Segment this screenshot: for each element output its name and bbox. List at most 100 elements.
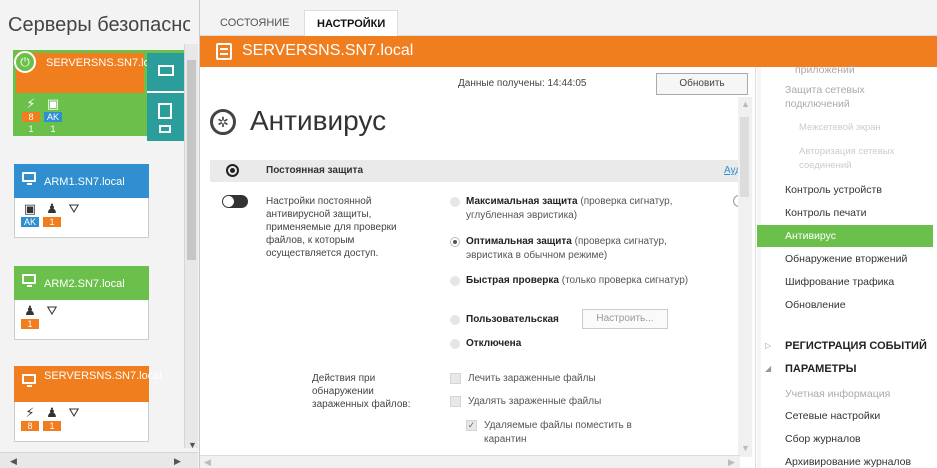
server-name: ARM1.SN7.local bbox=[44, 176, 125, 188]
nav-item-antivirus[interactable]: Антивирус bbox=[757, 225, 933, 247]
nav-item-log-archiving[interactable]: Архивирование журналов bbox=[757, 455, 933, 468]
option-title: Отключена bbox=[466, 338, 522, 349]
update-bar: Данные получены: 14:44:05 Обновить bbox=[200, 67, 756, 97]
scroll-left-arrow-icon[interactable]: ◀ bbox=[10, 456, 17, 467]
server-card-header[interactable]: ARM1.SN7.local bbox=[14, 164, 149, 198]
checkbox-quarantine[interactable]: ✓ Удаляемые файлы поместить в карантин bbox=[466, 419, 666, 447]
nav-section-label: РЕГИСТРАЦИЯ СОБЫТИЙ bbox=[785, 340, 927, 352]
count-value: 1 bbox=[28, 124, 34, 134]
nav-item-network-auth[interactable]: Авторизация сетевых соединений bbox=[757, 145, 917, 173]
nav-item[interactable]: приложений bbox=[757, 63, 933, 77]
server-card[interactable]: SERVERSNS.SN7.local ⚡ ♟ ⛛ 81 bbox=[14, 366, 162, 442]
settings-nav: приложений Защита сетевых подключений Ме… bbox=[757, 64, 937, 468]
server-card-body: ⚡ ♟ ⛛ 81 bbox=[14, 402, 149, 442]
nav-section-events[interactable]: ▷ РЕГИСТРАЦИЯ СОБЫТИЙ bbox=[757, 339, 933, 353]
option-title: Оптимальная защита bbox=[466, 236, 572, 247]
radio-button[interactable] bbox=[450, 339, 460, 349]
refresh-button[interactable]: Обновить bbox=[656, 73, 748, 95]
count-badge: 1 bbox=[43, 421, 61, 431]
horizontal-scrollbar[interactable]: ◀ ▶ bbox=[0, 452, 198, 468]
checkbox-label: Удалять зараженные файлы bbox=[468, 396, 602, 407]
nav-item-traffic-encryption[interactable]: Шифрование трафика bbox=[757, 275, 933, 289]
scrollbar-thumb[interactable] bbox=[187, 60, 196, 260]
radio-button[interactable] bbox=[450, 197, 460, 207]
server-name: ARM2.SN7.local bbox=[44, 278, 125, 290]
checkbox-label: Лечить зараженные файлы bbox=[468, 373, 596, 384]
radio-button[interactable] bbox=[450, 276, 460, 286]
data-received-label: Данные получены: 14:44:05 bbox=[458, 78, 587, 89]
nav-item-device-control[interactable]: Контроль устройств bbox=[757, 183, 933, 197]
nav-item-network-settings[interactable]: Сетевые настройки bbox=[757, 409, 933, 423]
user-icon: ♟ bbox=[46, 201, 58, 216]
server-card[interactable]: ⏻ SERVERSNS.SN7.local ⚡ ▣ 8 AK 1 1 bbox=[13, 50, 185, 141]
nav-item-log-collection[interactable]: Сбор журналов bbox=[757, 432, 933, 446]
chip-icon: ▣ bbox=[23, 201, 37, 216]
option-optimal[interactable]: Оптимальная защита (проверка сигнатур, э… bbox=[450, 235, 710, 263]
page-title: Антивирус bbox=[250, 105, 387, 136]
scroll-down-arrow-icon[interactable]: ▼ bbox=[741, 443, 750, 453]
checkbox[interactable] bbox=[450, 396, 461, 407]
option-quick[interactable]: Быстрая проверка (только проверка сигнат… bbox=[450, 274, 710, 288]
server-card-body: ♟ ⛛ 1 bbox=[14, 300, 149, 340]
checkbox-cure[interactable]: Лечить зараженные файлы bbox=[450, 372, 596, 386]
checkbox-label: Удаляемые файлы поместить в карантин bbox=[484, 420, 632, 445]
nav-section-label: ПАРАМЕТРЫ bbox=[785, 363, 857, 375]
scrollbar-thumb[interactable] bbox=[740, 117, 749, 197]
server-card[interactable]: ARM2.SN7.local ♟ ⛛ 1 bbox=[14, 266, 149, 340]
protection-toggle[interactable] bbox=[222, 195, 248, 208]
radio-button-selected[interactable] bbox=[450, 237, 460, 247]
vertical-scrollbar[interactable]: ▼ bbox=[184, 44, 198, 450]
server-card-header[interactable]: ARM2.SN7.local bbox=[14, 266, 149, 300]
chip-icon: ▣ bbox=[46, 96, 60, 111]
av-badge: AK bbox=[44, 112, 63, 122]
nav-item-network-protection[interactable]: Защита сетевых подключений bbox=[757, 83, 877, 111]
nav-item-firewall[interactable]: Межсетевой экран bbox=[757, 121, 933, 135]
server-card-header[interactable]: ⏻ SERVERSNS.SN7.local bbox=[14, 51, 164, 93]
option-disabled[interactable]: Отключена bbox=[450, 337, 710, 351]
scroll-right-arrow-icon[interactable]: ▶ bbox=[174, 456, 181, 467]
server-icon bbox=[216, 43, 232, 60]
user-icon: ♟ bbox=[24, 303, 36, 318]
option-custom[interactable]: Пользовательская bbox=[450, 313, 710, 327]
scroll-up-arrow-icon[interactable]: ▲ bbox=[741, 99, 750, 109]
radio-button[interactable] bbox=[450, 315, 460, 325]
settings-content: Данные получены: 14:44:05 Обновить ✲ Ант… bbox=[200, 67, 756, 468]
server-card-body: ⚡ ▣ 8 AK 1 1 bbox=[16, 93, 144, 134]
option-maximum[interactable]: Максимальная защита (проверка сигнатур, … bbox=[450, 195, 710, 223]
count-badge: 1 bbox=[21, 319, 39, 329]
monitor-icon bbox=[159, 125, 171, 133]
nav-item-intrusion-detection[interactable]: Обнаружение вторжений bbox=[757, 252, 933, 266]
panel-title: Серверы безопасности bbox=[8, 14, 190, 36]
tab-status[interactable]: СОСТОЯНИЕ bbox=[208, 10, 302, 36]
antivirus-icon: ✲ bbox=[210, 109, 236, 135]
scroll-right-arrow-icon[interactable]: ▶ bbox=[728, 457, 735, 468]
monitor-icon bbox=[22, 274, 36, 287]
scroll-down-arrow-icon[interactable]: ▼ bbox=[188, 440, 197, 450]
nav-item-update[interactable]: Обновление bbox=[757, 298, 933, 312]
filter-icon: ⛛ bbox=[46, 303, 58, 318]
server-button[interactable] bbox=[158, 103, 172, 119]
monitor-button[interactable] bbox=[147, 53, 185, 93]
nav-item-print-control[interactable]: Контроль печати bbox=[757, 206, 933, 220]
configure-button[interactable]: Настроить... bbox=[582, 309, 668, 329]
nav-section-parameters[interactable]: ◢ ПАРАМЕТРЫ bbox=[757, 362, 933, 376]
server-card[interactable]: ARM1.SN7.local ▣ ♟ ⛛ AK 1 bbox=[14, 164, 149, 238]
checkbox-delete[interactable]: Удалять зараженные файлы bbox=[450, 395, 601, 409]
vertical-scrollbar[interactable]: ▲ ▼ bbox=[738, 97, 752, 457]
lightning-icon: ⚡ bbox=[26, 96, 36, 111]
nav-item-account-info[interactable]: Учетная информация bbox=[757, 387, 933, 401]
count-badge: 1 bbox=[43, 217, 62, 227]
checkbox-checked[interactable]: ✓ bbox=[466, 420, 477, 431]
actions-label: Действия при обнаружении зараженных файл… bbox=[312, 373, 411, 410]
horizontal-scrollbar[interactable]: ◀ ▶ bbox=[200, 455, 740, 468]
filter-icon: ⛛ bbox=[68, 201, 80, 216]
count-value: 1 bbox=[50, 124, 56, 134]
collapse-arrow-icon[interactable]: ◢ bbox=[765, 362, 771, 376]
checkbox[interactable] bbox=[450, 373, 461, 384]
tab-settings[interactable]: НАСТРОЙКИ bbox=[304, 10, 399, 36]
expand-arrow-icon[interactable]: ▷ bbox=[765, 339, 771, 353]
server-card-header[interactable]: SERVERSNS.SN7.local bbox=[14, 366, 162, 402]
scroll-left-arrow-icon[interactable]: ◀ bbox=[204, 457, 211, 468]
count-badge: 8 bbox=[22, 112, 40, 122]
server-title: SERVERSNS.SN7.local bbox=[242, 42, 414, 59]
